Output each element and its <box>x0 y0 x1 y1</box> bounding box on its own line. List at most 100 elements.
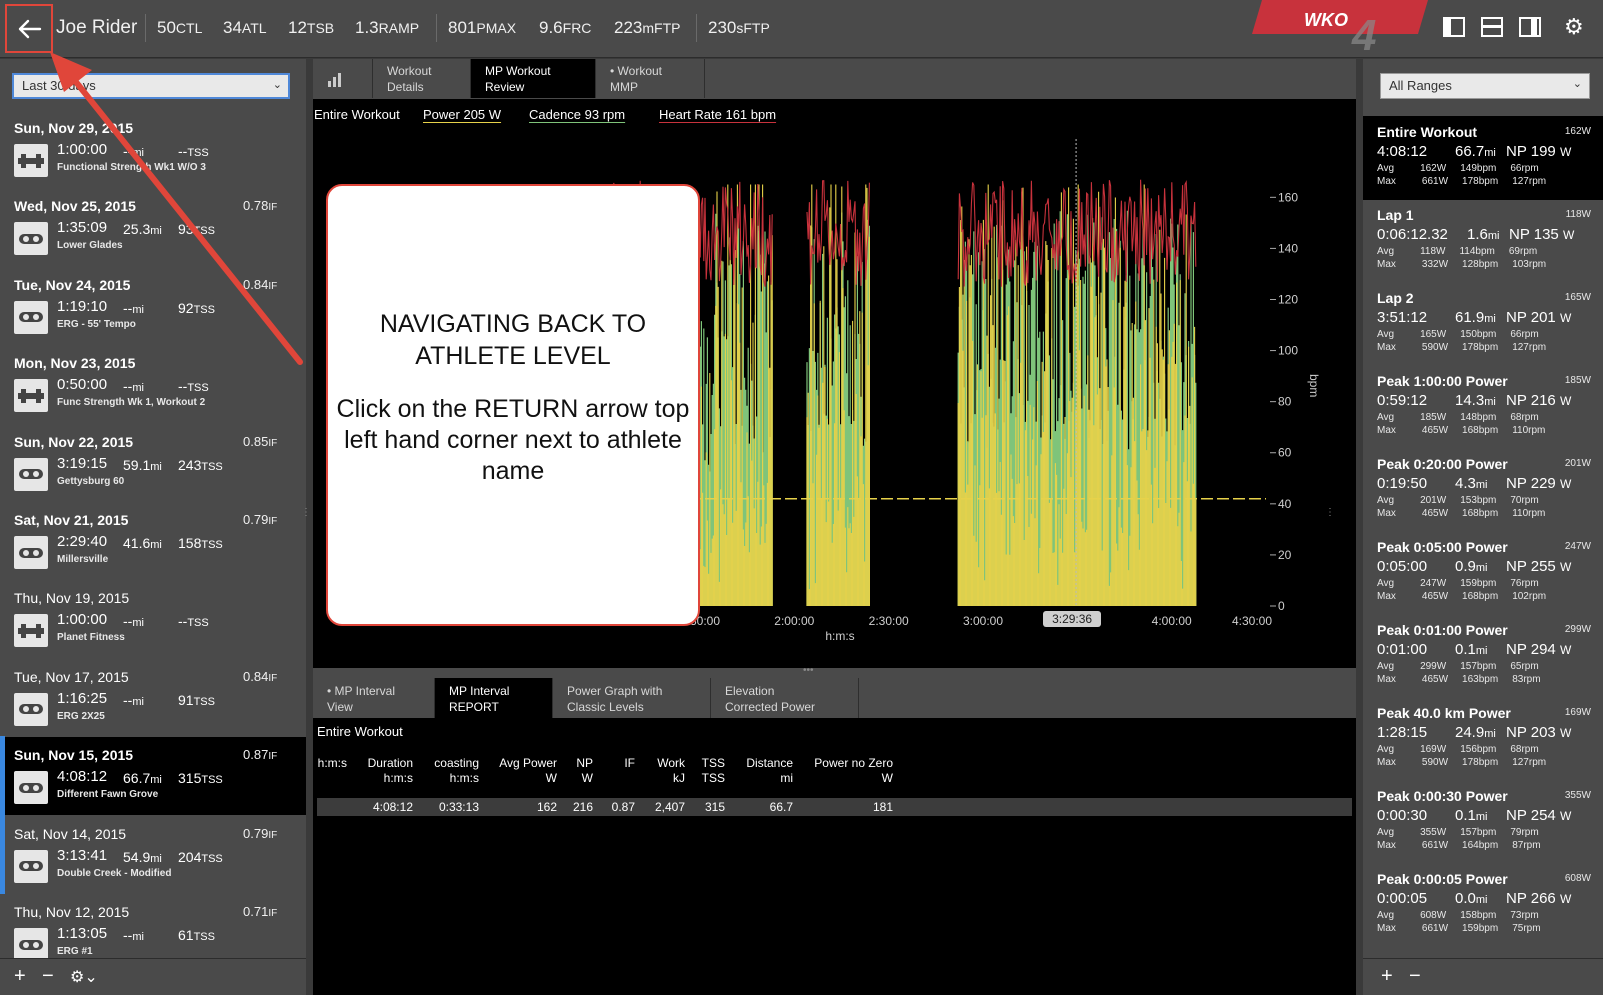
tab-workout-mmp[interactable]: • Workout MMP <box>596 59 705 98</box>
range-item[interactable]: Peak 0:05:00 Power 247W 0:05:00 0.9mi NP 255… <box>1363 531 1603 615</box>
tab-chart-icon[interactable] <box>313 59 373 98</box>
workout-tss: 91TSS <box>178 691 215 708</box>
workout-list-item[interactable]: Sat, Nov 14, 2015 0.79IF 3:13:41 54.9mi 204T… <box>0 816 306 894</box>
metric-mftp[interactable]: 223mFTP <box>614 18 680 38</box>
range-distance: 66.7mi <box>1455 143 1496 160</box>
layout-bottom-panel-icon[interactable] <box>1481 17 1503 37</box>
range-item[interactable]: Peak 40.0 km Power 169W 1:28:15 24.9mi NP 20… <box>1363 697 1603 781</box>
workout-date: Tue, Nov 24, 2015 <box>14 276 131 293</box>
tab-power-graph-classic-levels[interactable]: Power Graph with Classic Levels <box>553 678 711 718</box>
remove-icon[interactable]: − <box>42 965 54 988</box>
workout-if: 0.71IF <box>243 904 278 919</box>
workout-list-item[interactable]: Wed, Nov 25, 2015 0.78IF 1:35:09 25.3mi 93TS… <box>0 188 306 266</box>
range-avg-row: Avg 185W 148bpm 68rpm <box>1377 412 1539 423</box>
layout-right-panel-icon[interactable] <box>1519 17 1541 37</box>
range-avg-power: 608W <box>1564 873 1591 884</box>
resize-handle[interactable]: ⋮ <box>1325 508 1335 518</box>
y-tick-label: 80 <box>1278 395 1292 409</box>
metric-tsb[interactable]: 12TSB <box>288 18 334 38</box>
workout-list-item[interactable]: Sun, Nov 15, 2015 0.87IF 4:08:12 66.7mi 315T… <box>0 737 306 816</box>
range-name: Lap 1 <box>1377 207 1414 223</box>
resize-handle[interactable]: ⋮ <box>301 508 311 518</box>
settings-gear-icon[interactable]: ⚙⌄ <box>70 967 98 987</box>
column-header[interactable]: Work kJ <box>657 756 685 786</box>
range-np: NP 135 W <box>1509 226 1575 243</box>
workout-list-item[interactable]: Tue, Nov 24, 2015 0.84IF 1:19:10 --mi 92TSS E… <box>0 267 306 345</box>
workout-list-item[interactable]: Thu, Nov 19, 2015 1:00:00 --mi --TSS Planet … <box>0 580 306 658</box>
workout-name: Functional Strength Wk1 W/O 3 <box>57 162 206 173</box>
range-distance: 61.9mi <box>1455 309 1496 326</box>
workout-distance: 54.9mi <box>123 848 162 865</box>
add-icon[interactable]: + <box>1381 965 1393 988</box>
metric-sftp[interactable]: 230sFTP <box>708 18 770 38</box>
strength-icon <box>14 379 48 413</box>
column-header[interactable]: coasting h:m:s <box>434 756 479 786</box>
range-max-row: Max 590W 178bpm 127rpm <box>1377 757 1547 768</box>
range-np: NP 255 W <box>1506 558 1572 575</box>
chart-area[interactable]: Entire Workout Power 205 W Cadence 93 rp… <box>313 99 1356 668</box>
workout-distance: --mi <box>123 378 144 395</box>
chevron-down-icon: ⌄ <box>1572 78 1582 90</box>
ranges-select[interactable]: All Ranges ⌄ <box>1380 73 1590 99</box>
range-avg-row: Avg 247W 159bpm 76rpm <box>1377 578 1539 589</box>
workout-duration: 1:35:09 <box>57 219 108 237</box>
range-item[interactable]: Peak 1:00:00 Power 185W 0:59:12 14.3mi NP 21… <box>1363 365 1603 449</box>
range-np: NP 199 W <box>1506 143 1572 160</box>
tab-mp-interval-report[interactable]: MP Interval REPORT <box>435 678 553 718</box>
range-avg-row: Avg 162W 149bpm 66rpm <box>1377 163 1539 174</box>
column-header[interactable]: IF <box>624 756 635 771</box>
tab-elevation-corrected-power[interactable]: Elevation Corrected Power <box>711 678 859 718</box>
athlete-name[interactable]: Joe Rider <box>56 17 137 39</box>
column-header[interactable]: TSS TSS <box>702 756 725 786</box>
range-item[interactable]: Peak 0:00:05 Power 608W 0:00:05 0.0mi NP 266… <box>1363 863 1603 947</box>
range-item[interactable]: Peak 0:00:30 Power 355W 0:00:30 0.1mi NP 254… <box>1363 780 1603 864</box>
metric-ctl[interactable]: 50CTL <box>157 18 202 38</box>
tab-mp-interval-view[interactable]: • MP Interval View <box>313 678 435 718</box>
range-item[interactable]: Lap 2 165W 3:51:12 61.9mi NP 201 W Avg 165W 150… <box>1363 282 1603 366</box>
range-distance: 1.6mi <box>1467 226 1500 243</box>
range-max-row: Max 661W 159bpm 75rpm <box>1377 923 1541 934</box>
range-avg-row: Avg 608W 158bpm 73rpm <box>1377 910 1539 921</box>
x-tick-label: 2:30:00 <box>869 614 909 628</box>
workout-duration: 1:00:00 <box>57 611 108 629</box>
workout-list-item[interactable]: Sat, Nov 21, 2015 0.79IF 2:29:40 41.6mi 158T… <box>0 502 306 580</box>
column-header[interactable]: h:m:s <box>318 756 347 771</box>
report-title: Entire Workout <box>317 724 403 739</box>
workout-duration: 4:08:12 <box>57 768 108 786</box>
range-max-row: Max 465W 168bpm 110rpm <box>1377 425 1546 436</box>
divider <box>145 14 146 42</box>
workout-list-item[interactable]: Sun, Nov 29, 2015 1:00:00 --mi --TSS Functio… <box>0 110 306 188</box>
metric-frc[interactable]: 9.6FRC <box>539 18 591 38</box>
metric-ramp[interactable]: 1.3RAMP <box>355 18 419 38</box>
metric-atl[interactable]: 34ATL <box>223 18 267 38</box>
back-arrow-button[interactable] <box>5 4 53 53</box>
workout-list-item[interactable]: Sun, Nov 22, 2015 0.85IF 3:19:15 59.1mi 243T… <box>0 424 306 502</box>
range-distance: 24.9mi <box>1455 724 1496 741</box>
range-item[interactable]: Lap 1 118W 0:06:12.32 1.6mi NP 135 W Avg 118W 1… <box>1363 199 1603 283</box>
table-cell: 216 <box>572 800 593 814</box>
table-cell: 66.7 <box>769 800 793 814</box>
remove-icon[interactable]: − <box>1409 965 1421 988</box>
tab-workout-details[interactable]: Workout Details <box>373 59 471 98</box>
range-item[interactable]: Entire Workout 162W 4:08:12 66.7mi NP 199 W A… <box>1363 116 1603 200</box>
range-item[interactable]: Peak 0:20:00 Power 201W 0:19:50 4.3mi NP 229… <box>1363 448 1603 532</box>
settings-gear-icon[interactable]: ⚙ <box>1564 14 1584 40</box>
column-header[interactable]: Power no Zero W <box>814 756 893 786</box>
column-header[interactable]: Distance mi <box>746 756 793 786</box>
column-header[interactable]: Duration h:m:s <box>368 756 413 786</box>
workout-tss: --TSS <box>178 613 209 630</box>
add-icon[interactable]: + <box>14 965 26 988</box>
layout-left-panel-icon[interactable] <box>1443 17 1465 37</box>
tab-mp-workout-review[interactable]: MP Workout Review <box>471 59 596 98</box>
column-header[interactable]: NP W <box>576 756 593 786</box>
workout-view: Workout Details MP Workout Review • Workou… <box>313 59 1356 995</box>
date-range-select[interactable]: Last 30 days ⌄ <box>12 73 290 99</box>
metric-pmax[interactable]: 801PMAX <box>448 18 516 38</box>
column-header[interactable]: Avg Power W <box>499 756 557 786</box>
range-item[interactable]: Peak 0:01:00 Power 299W 0:01:00 0.1mi NP 294… <box>1363 614 1603 698</box>
panel-splitter[interactable]: ••• <box>313 666 1356 678</box>
range-time: 0:06:12.32 <box>1377 226 1448 243</box>
workout-list-item[interactable]: Mon, Nov 23, 2015 0:50:00 --mi --TSS Func St… <box>0 345 306 423</box>
workout-list-item[interactable]: Tue, Nov 17, 2015 0.84IF 1:16:25 --mi 91TSS E… <box>0 659 306 737</box>
y-tick-label: 140 <box>1278 241 1298 255</box>
